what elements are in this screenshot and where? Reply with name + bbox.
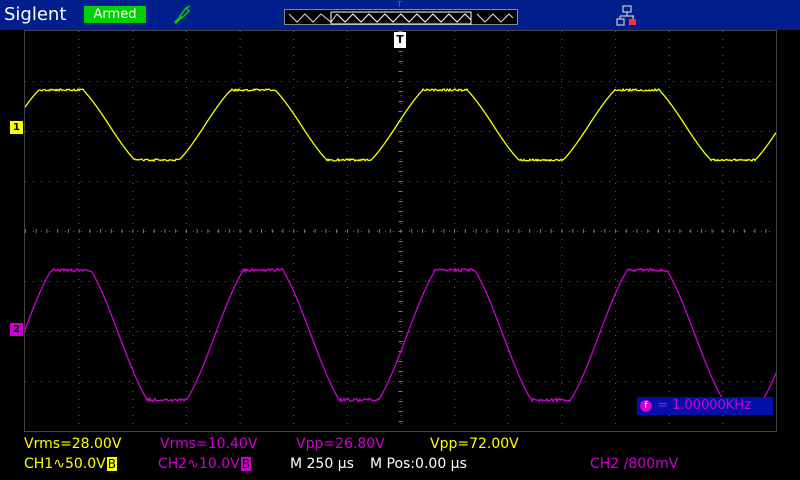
ch1-vpp: Vpp=26.80V <box>296 436 385 452</box>
trigger-setting[interactable]: CH2 /800mV <box>590 456 678 472</box>
status-badge: Armed <box>84 6 146 23</box>
status-bar: Vrms=28.00V Vrms=10.40V Vpp=26.80V Vpp=7… <box>0 432 800 480</box>
ch1-scale-label: CH1∿50.0V <box>24 456 106 472</box>
ch2-trace <box>25 269 776 402</box>
trigger-position-bar <box>284 9 518 25</box>
waveform-display[interactable] <box>24 30 777 432</box>
ch2-bandwidth-badge: B <box>241 457 251 471</box>
horizontal-position[interactable]: M Pos:0.00 µs <box>370 456 467 472</box>
ch2-scale[interactable]: CH2∿10.0V B <box>158 456 251 472</box>
ch1-bandwidth-badge: B <box>107 457 117 471</box>
network-icon <box>616 5 638 27</box>
ch2-vpp: Vpp=72.00V <box>430 436 519 452</box>
frequency-icon: f <box>640 400 652 412</box>
ch2-vrms: Vrms=10.40V <box>160 436 257 452</box>
ch1-vrms: Vrms=28.00V <box>24 436 121 452</box>
frequency-value: = 1.00000KHz <box>657 398 751 413</box>
probe-icon <box>170 4 192 26</box>
ch2-scale-label: CH2∿10.0V <box>158 456 240 472</box>
frequency-readout: f = 1.00000KHz <box>637 397 773 415</box>
top-bar: Siglent Armed T <box>0 0 800 30</box>
timebase[interactable]: M 250 µs <box>290 456 354 472</box>
brand-label: Siglent <box>4 4 66 25</box>
waveform-preview <box>285 11 517 25</box>
waveform-traces <box>25 31 776 431</box>
ch2-offset-marker[interactable]: 2 <box>10 323 23 336</box>
ch1-offset-marker[interactable]: 1 <box>10 121 23 134</box>
ch1-trace <box>25 89 776 161</box>
trigger-position-marker: T <box>397 0 402 9</box>
ch1-scale[interactable]: CH1∿50.0V B <box>24 456 117 472</box>
trigger-marker[interactable]: T <box>394 32 406 48</box>
